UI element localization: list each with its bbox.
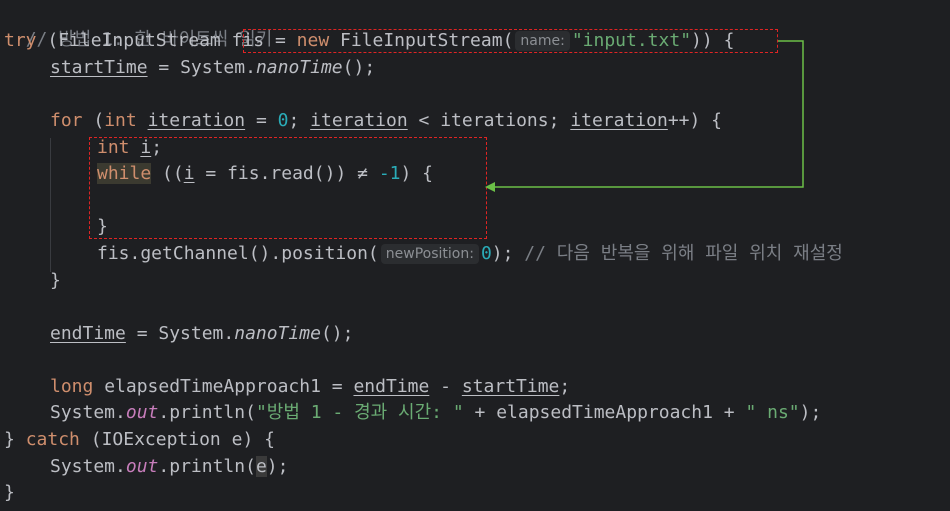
- annotation-arrow: [485, 40, 804, 192]
